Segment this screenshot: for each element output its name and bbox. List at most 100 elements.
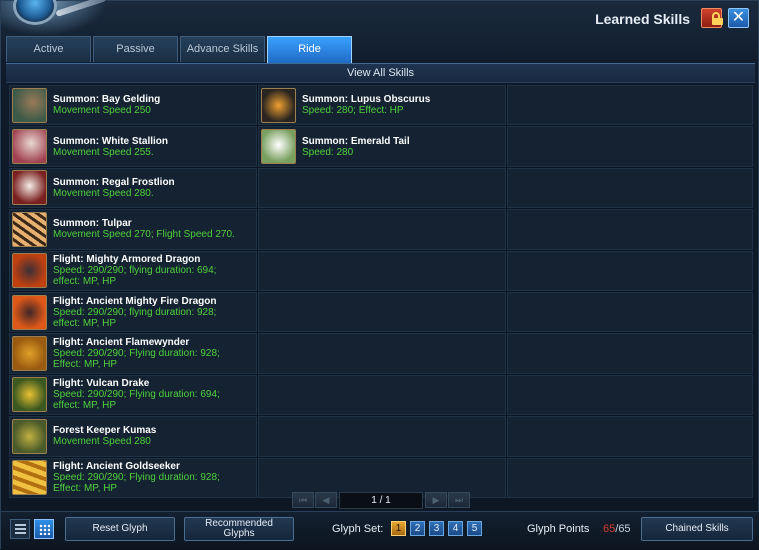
pagination: ⏮ ◀ 1 / 1 ▶ ⏭ [1, 491, 759, 511]
first-page-button[interactable]: ⏮ [292, 492, 314, 508]
skill-slot[interactable]: Summon: Bay Gelding Movement Speed 250 [9, 85, 257, 126]
skill-desc: Speed: 290/290; Flying duration: 694; [53, 389, 220, 401]
empty-slot [258, 333, 506, 374]
skill-slot[interactable]: Forest Keeper Kumas Movement Speed 280 [9, 416, 257, 457]
recommended-glyphs-button[interactable]: Recommended Glyphs [184, 517, 294, 541]
skill-slot[interactable]: Flight: Mighty Armored Dragon Speed: 290/… [9, 250, 257, 291]
empty-slot [507, 416, 753, 457]
learned-skills-window: Learned Skills ✕ Active Passive Advance … [0, 0, 759, 550]
empty-slot [507, 126, 753, 167]
empty-slot [507, 167, 753, 209]
skill-name: Flight: Ancient Flamewynder [53, 337, 190, 349]
skill-desc: effect: MP, HP [53, 276, 116, 288]
emblem-icon [1, 0, 107, 35]
skill-slot[interactable]: Summon: Tulpar Movement Speed 270; Flight… [9, 209, 257, 250]
prev-page-icon: ◀ [322, 495, 330, 505]
kumas-icon [12, 418, 47, 454]
empty-slot [507, 374, 753, 416]
empty-slot [507, 291, 753, 333]
glyph-set-5[interactable]: 5 [467, 521, 482, 536]
lion-icon [12, 170, 47, 206]
empty-slot [258, 291, 506, 333]
goldseeker-icon [12, 460, 47, 496]
glyph-set-label: Glyph Set: [332, 523, 384, 535]
skill-name: Summon: White Stallion [53, 135, 168, 147]
horse-white-icon [12, 129, 47, 165]
glyph-set-3[interactable]: 3 [429, 521, 444, 536]
skill-desc: Speed: 290/290; Flying duration: 928; [53, 472, 220, 484]
grid-view-button[interactable] [34, 519, 54, 539]
skill-slot[interactable]: Summon: Emerald Tail Speed: 280 [258, 126, 506, 167]
skill-desc: effect: MP, HP [53, 317, 116, 329]
tab-advance-skills[interactable]: Advance Skills [180, 36, 265, 62]
next-page-icon: ▶ [432, 495, 440, 505]
skill-name: Flight: Ancient Mighty Fire Dragon [53, 295, 217, 307]
list-view-icon [15, 524, 26, 534]
empty-slot [507, 250, 753, 291]
dragon-red-icon [12, 253, 47, 289]
wolf-white-icon [261, 129, 296, 165]
skill-name: Forest Keeper Kumas [53, 425, 157, 437]
skill-tabs: Active Passive Advance Skills Ride [6, 36, 354, 63]
first-page-icon: ⏮ [298, 495, 308, 505]
bottom-bar: Reset Glyph Recommended Glyphs Glyph Set… [1, 511, 759, 550]
skill-slot[interactable]: Summon: Lupus Obscurus Speed: 280; Effect… [258, 85, 506, 126]
page-indicator: 1 / 1 [339, 492, 423, 509]
skill-desc: Movement Speed 280 [53, 436, 151, 448]
skill-desc: Movement Speed 280. [53, 187, 154, 199]
horse-brown-icon [12, 87, 47, 123]
next-page-button[interactable]: ▶ [425, 492, 447, 508]
window-title: Learned Skills [595, 11, 690, 27]
empty-slot [507, 333, 753, 374]
last-page-button[interactable]: ⏭ [448, 492, 470, 508]
chained-skills-button[interactable]: Chained Skills [641, 517, 753, 541]
last-page-icon: ⏭ [454, 495, 464, 505]
skill-desc: Movement Speed 270; Flight Speed 270. [53, 229, 235, 241]
skill-desc: Speed: 280 [302, 146, 354, 158]
view-all-skills-button[interactable]: View All Skills [6, 63, 755, 83]
skill-name: Flight: Ancient Goldseeker [53, 461, 180, 473]
reset-glyph-button[interactable]: Reset Glyph [65, 517, 175, 541]
skill-name: Summon: Bay Gelding [53, 94, 161, 106]
glyph-set-1[interactable]: 1 [391, 521, 406, 536]
empty-slot [507, 209, 753, 250]
prev-page-button[interactable]: ◀ [315, 492, 337, 508]
dragon-gold-icon [12, 336, 47, 372]
list-view-button[interactable] [10, 519, 30, 539]
tab-ride[interactable]: Ride [267, 36, 352, 63]
skill-desc: Speed: 280; Effect: HP [302, 105, 404, 117]
skill-desc: Speed: 290/290; Flying duration: 928; [53, 348, 220, 360]
skill-desc: Effect: MP, HP [53, 359, 118, 371]
skill-slot[interactable]: Summon: White Stallion Movement Speed 255… [9, 126, 257, 167]
tab-active[interactable]: Active [6, 36, 91, 62]
skill-desc: effect: MP, HP [53, 400, 116, 412]
dragon-green-icon [12, 377, 47, 413]
dragon-fire-icon [12, 294, 47, 330]
skill-slot[interactable]: Flight: Vulcan Drake Speed: 290/290; Flyi… [9, 374, 257, 416]
skill-name: Summon: Regal Frostlion [53, 176, 175, 188]
chained-skills-label: Chained Skills [665, 523, 729, 534]
skill-slot[interactable]: Flight: Ancient Mighty Fire Dragon Speed:… [9, 291, 257, 333]
skill-slot[interactable]: Flight: Ancient Flamewynder Speed: 290/29… [9, 333, 257, 374]
empty-slot [258, 209, 506, 250]
glyph-points-value: 65/65 [603, 523, 631, 535]
skill-desc: Speed: 290/290; flying duration: 694; [53, 265, 217, 277]
close-button[interactable]: ✕ [728, 8, 749, 28]
empty-slot [258, 250, 506, 291]
close-icon: ✕ [731, 9, 746, 26]
zebra-icon [12, 211, 47, 247]
lock-button[interactable] [701, 8, 723, 28]
skill-slot[interactable]: Summon: Regal Frostlion Movement Speed 28… [9, 167, 257, 209]
skill-grid: Summon: Bay Gelding Movement Speed 250 Su… [9, 85, 753, 498]
skill-name: Summon: Lupus Obscurus [302, 94, 431, 106]
glyph-points-max: 65 [618, 523, 631, 535]
skill-name: Summon: Tulpar [53, 218, 132, 230]
glyph-set-2[interactable]: 2 [410, 521, 425, 536]
glyph-points-current: 65 [603, 523, 616, 535]
wolf-black-icon [261, 87, 296, 123]
recommended-glyphs-label: Glyphs [223, 528, 255, 539]
empty-slot [507, 85, 753, 126]
tab-passive[interactable]: Passive [93, 36, 178, 62]
empty-slot [258, 416, 506, 457]
glyph-set-4[interactable]: 4 [448, 521, 463, 536]
